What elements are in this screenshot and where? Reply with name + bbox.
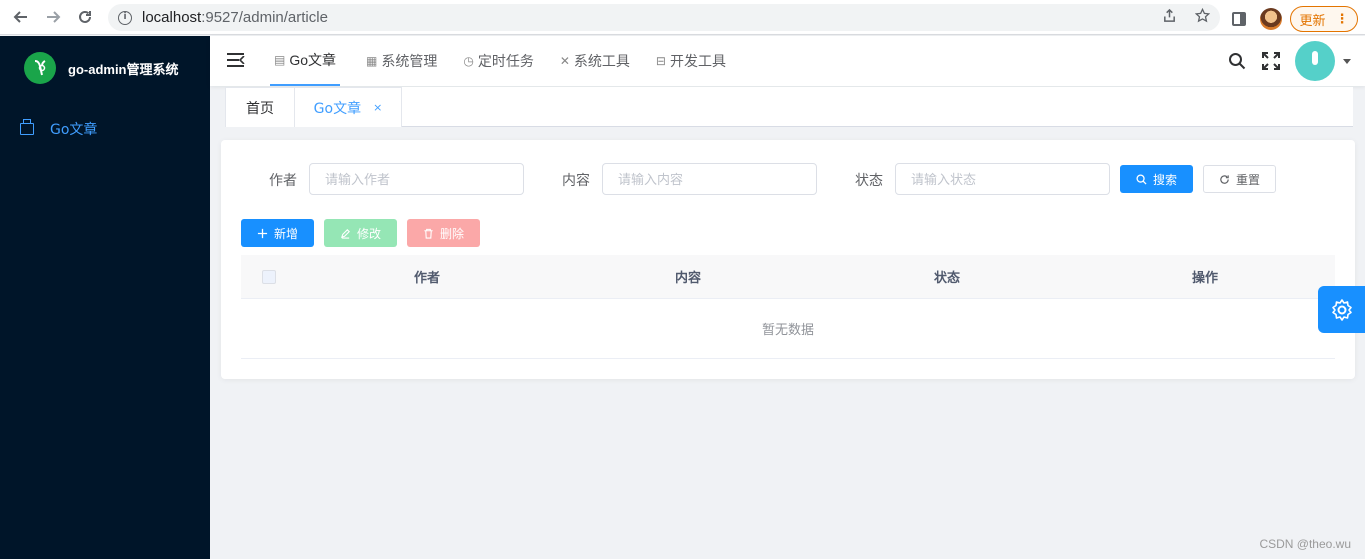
tab-system-tools[interactable]: ✕ 系统工具 xyxy=(560,36,630,86)
url-text: localhost:9527/admin/article xyxy=(142,9,328,26)
select-all-cell xyxy=(241,269,297,284)
article-icon: ▤ xyxy=(274,53,286,67)
sidebar-item-label: Go文章 xyxy=(50,122,98,138)
column-header-actions: 操作 xyxy=(1191,271,1218,286)
table-header: 作者 内容 状态 操作 xyxy=(241,255,1335,299)
column-header-status: 状态 xyxy=(933,271,960,286)
sidebar: go-admin管理系统 Go文章 xyxy=(0,36,210,559)
edit-button[interactable]: 修改 xyxy=(324,219,397,247)
profile-avatar[interactable] xyxy=(1260,8,1282,30)
delete-button[interactable]: 删除 xyxy=(407,219,480,247)
search-button-label: 搜索 xyxy=(1152,172,1177,187)
forward-arrow-icon[interactable] xyxy=(42,6,64,28)
back-arrow-icon[interactable] xyxy=(10,6,32,28)
article-table: 作者 内容 状态 操作 暂无数据 xyxy=(241,255,1335,359)
update-button[interactable]: 更新 ⋮ xyxy=(1290,6,1358,32)
add-button[interactable]: 新增 xyxy=(241,219,314,247)
plus-icon xyxy=(257,228,268,238)
top-navbar: ▤ Go文章 ▦ 系统管理 ◷ 定时任务 ✕ 系统工具 ⊟ 开发工具 xyxy=(210,36,1365,86)
status-label: 状态 xyxy=(855,173,883,189)
tab-label: Go文章 xyxy=(289,52,337,68)
author-input[interactable] xyxy=(309,163,524,195)
side-panel-icon[interactable] xyxy=(1232,12,1246,26)
tag-home[interactable]: 首页 xyxy=(225,87,295,127)
column-header-author: 作者 xyxy=(413,271,440,286)
reload-icon[interactable] xyxy=(74,6,96,28)
author-label: 作者 xyxy=(269,173,297,189)
dev-icon: ⊟ xyxy=(655,54,666,68)
content-input[interactable] xyxy=(602,163,817,195)
fullscreen-icon[interactable] xyxy=(1261,51,1281,71)
tab-scheduled-tasks[interactable]: ◷ 定时任务 xyxy=(463,36,533,86)
search-button[interactable]: 搜索 xyxy=(1120,165,1193,193)
tag-label: Go文章 xyxy=(313,100,362,117)
empty-text: 暂无数据 xyxy=(761,323,814,338)
content-label: 内容 xyxy=(562,173,590,189)
edit-icon xyxy=(340,228,350,239)
app-title: go-admin管理系统 xyxy=(68,61,179,77)
more-vert-icon: ⋮ xyxy=(1335,11,1349,27)
tab-system-management[interactable]: ▦ 系统管理 xyxy=(366,36,437,86)
status-input[interactable] xyxy=(895,163,1110,195)
reset-button[interactable]: 重置 xyxy=(1203,165,1276,193)
trash-icon xyxy=(424,228,433,239)
table-empty-row: 暂无数据 xyxy=(241,299,1335,359)
select-all-checkbox[interactable] xyxy=(262,269,276,284)
hamburger-icon[interactable] xyxy=(227,53,245,67)
tab-dev-tools[interactable]: ⊟ 开发工具 xyxy=(656,36,726,86)
address-bar[interactable]: i localhost:9527/admin/article xyxy=(108,4,1220,31)
grid-icon: ▦ xyxy=(366,54,378,68)
tab-label: 开发工具 xyxy=(669,53,726,69)
tab-label: 定时任务 xyxy=(477,53,534,69)
site-info-icon[interactable]: i xyxy=(118,10,132,25)
browser-toolbar: i localhost:9527/admin/article 更新 ⋮ xyxy=(0,0,1365,35)
refresh-icon xyxy=(1220,174,1229,184)
watermark: CSDN @theo.wu xyxy=(1259,537,1351,551)
tag-label: 首页 xyxy=(246,100,274,117)
tab-label: 系统工具 xyxy=(573,53,630,69)
tags-view: 首页 Go文章 × xyxy=(225,87,1353,127)
edit-button-label: 修改 xyxy=(356,226,381,241)
main-card: 作者 内容 状态 搜索 重置 新增 修改 删除 作者 内容 状态 操作 xyxy=(221,140,1355,379)
search-icon xyxy=(1136,173,1147,185)
article-icon xyxy=(20,119,34,135)
tab-article[interactable]: ▤ Go文章 xyxy=(270,36,341,86)
user-avatar[interactable] xyxy=(1295,41,1335,81)
bookmark-star-icon[interactable] xyxy=(1194,7,1211,27)
tools-icon: ✕ xyxy=(559,54,570,68)
logo[interactable]: go-admin管理系统 xyxy=(24,52,179,84)
column-header-content: 内容 xyxy=(674,271,701,286)
delete-button-label: 删除 xyxy=(439,226,464,241)
gear-icon xyxy=(1331,298,1352,321)
share-icon[interactable] xyxy=(1162,8,1177,27)
tag-article[interactable]: Go文章 × xyxy=(294,87,402,127)
search-icon[interactable] xyxy=(1227,51,1247,71)
logo-icon xyxy=(24,52,56,84)
update-label: 更新 xyxy=(1299,13,1326,29)
tab-label: 系统管理 xyxy=(381,53,438,69)
add-button-label: 新增 xyxy=(273,226,298,241)
settings-button[interactable] xyxy=(1318,286,1365,333)
reset-button-label: 重置 xyxy=(1235,172,1260,187)
close-icon[interactable]: × xyxy=(373,101,382,114)
caret-down-icon[interactable] xyxy=(1343,58,1351,64)
sidebar-item-article[interactable]: Go文章 xyxy=(0,114,210,144)
clock-icon: ◷ xyxy=(463,54,474,68)
